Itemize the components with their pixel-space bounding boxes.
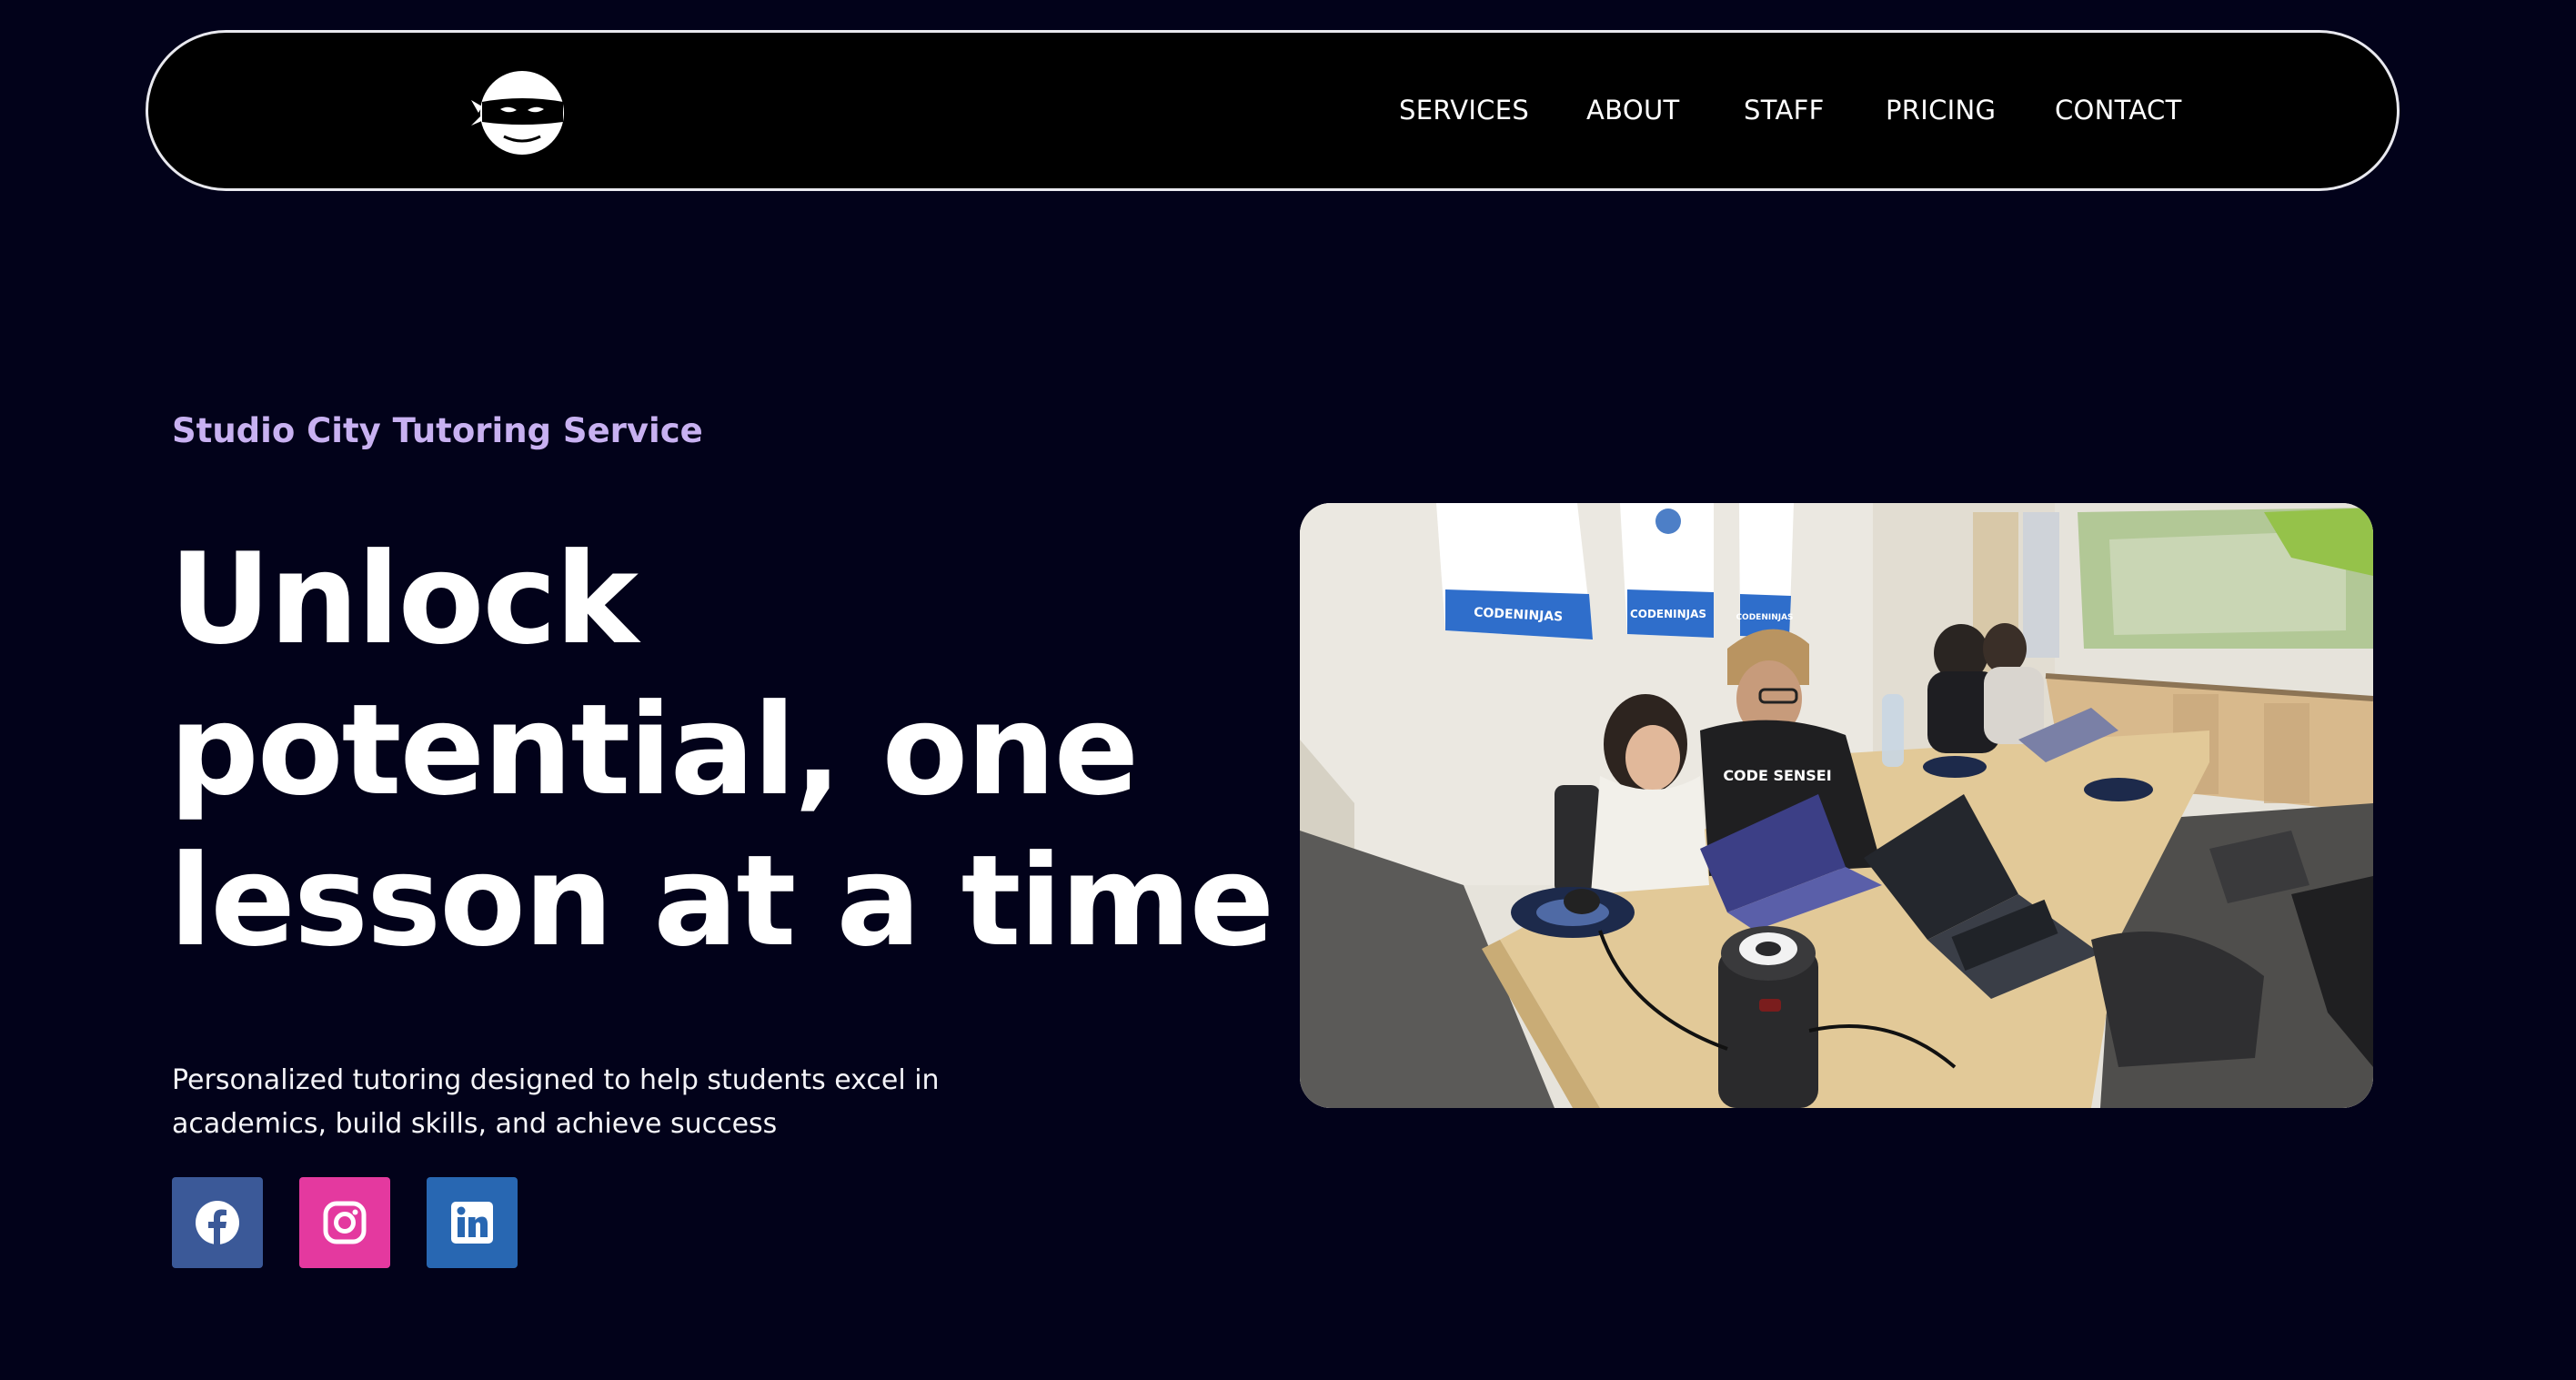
svg-text:CODENINJAS: CODENINJAS bbox=[1630, 608, 1706, 620]
nav-staff[interactable]: STAFF bbox=[1744, 94, 1825, 126]
nav-links: SERVICES ABOUT STAFF PRICING CONTACT bbox=[148, 33, 2397, 188]
nav-contact[interactable]: CONTACT bbox=[2055, 94, 2182, 126]
banner-1: CODENINJAS bbox=[1436, 503, 1593, 640]
svg-text:CODE SENSEI: CODE SENSEI bbox=[1723, 767, 1831, 784]
photo-tutoring-session: CODENINJAS CODENINJAS CODENINJAS CODE SE… bbox=[1300, 503, 2373, 1108]
hero-photo: CODENINJAS CODENINJAS CODENINJAS CODE SE… bbox=[1300, 503, 2373, 1108]
nav-pricing[interactable]: PRICING bbox=[1886, 94, 1996, 126]
facebook-button[interactable] bbox=[172, 1177, 263, 1268]
nav-services[interactable]: SERVICES bbox=[1399, 94, 1529, 126]
linkedin-button[interactable] bbox=[427, 1177, 518, 1268]
facebook-icon bbox=[196, 1201, 239, 1244]
hero-eyebrow: Studio City Tutoring Service bbox=[172, 411, 703, 450]
banner-3: CODENINJAS bbox=[1736, 503, 1794, 638]
navbar: SERVICES ABOUT STAFF PRICING CONTACT bbox=[146, 30, 2400, 191]
hero-description: Personalized tutoring designed to help s… bbox=[172, 1064, 940, 1140]
banner-2: CODENINJAS bbox=[1620, 503, 1714, 638]
nav-about[interactable]: ABOUT bbox=[1586, 94, 1680, 126]
svg-text:CODENINJAS: CODENINJAS bbox=[1736, 613, 1793, 622]
hero-headline: Unlock potential, one lesson at a time bbox=[169, 526, 1274, 974]
linkedin-icon bbox=[451, 1202, 493, 1244]
instagram-icon bbox=[323, 1201, 367, 1244]
instagram-button[interactable] bbox=[299, 1177, 390, 1268]
